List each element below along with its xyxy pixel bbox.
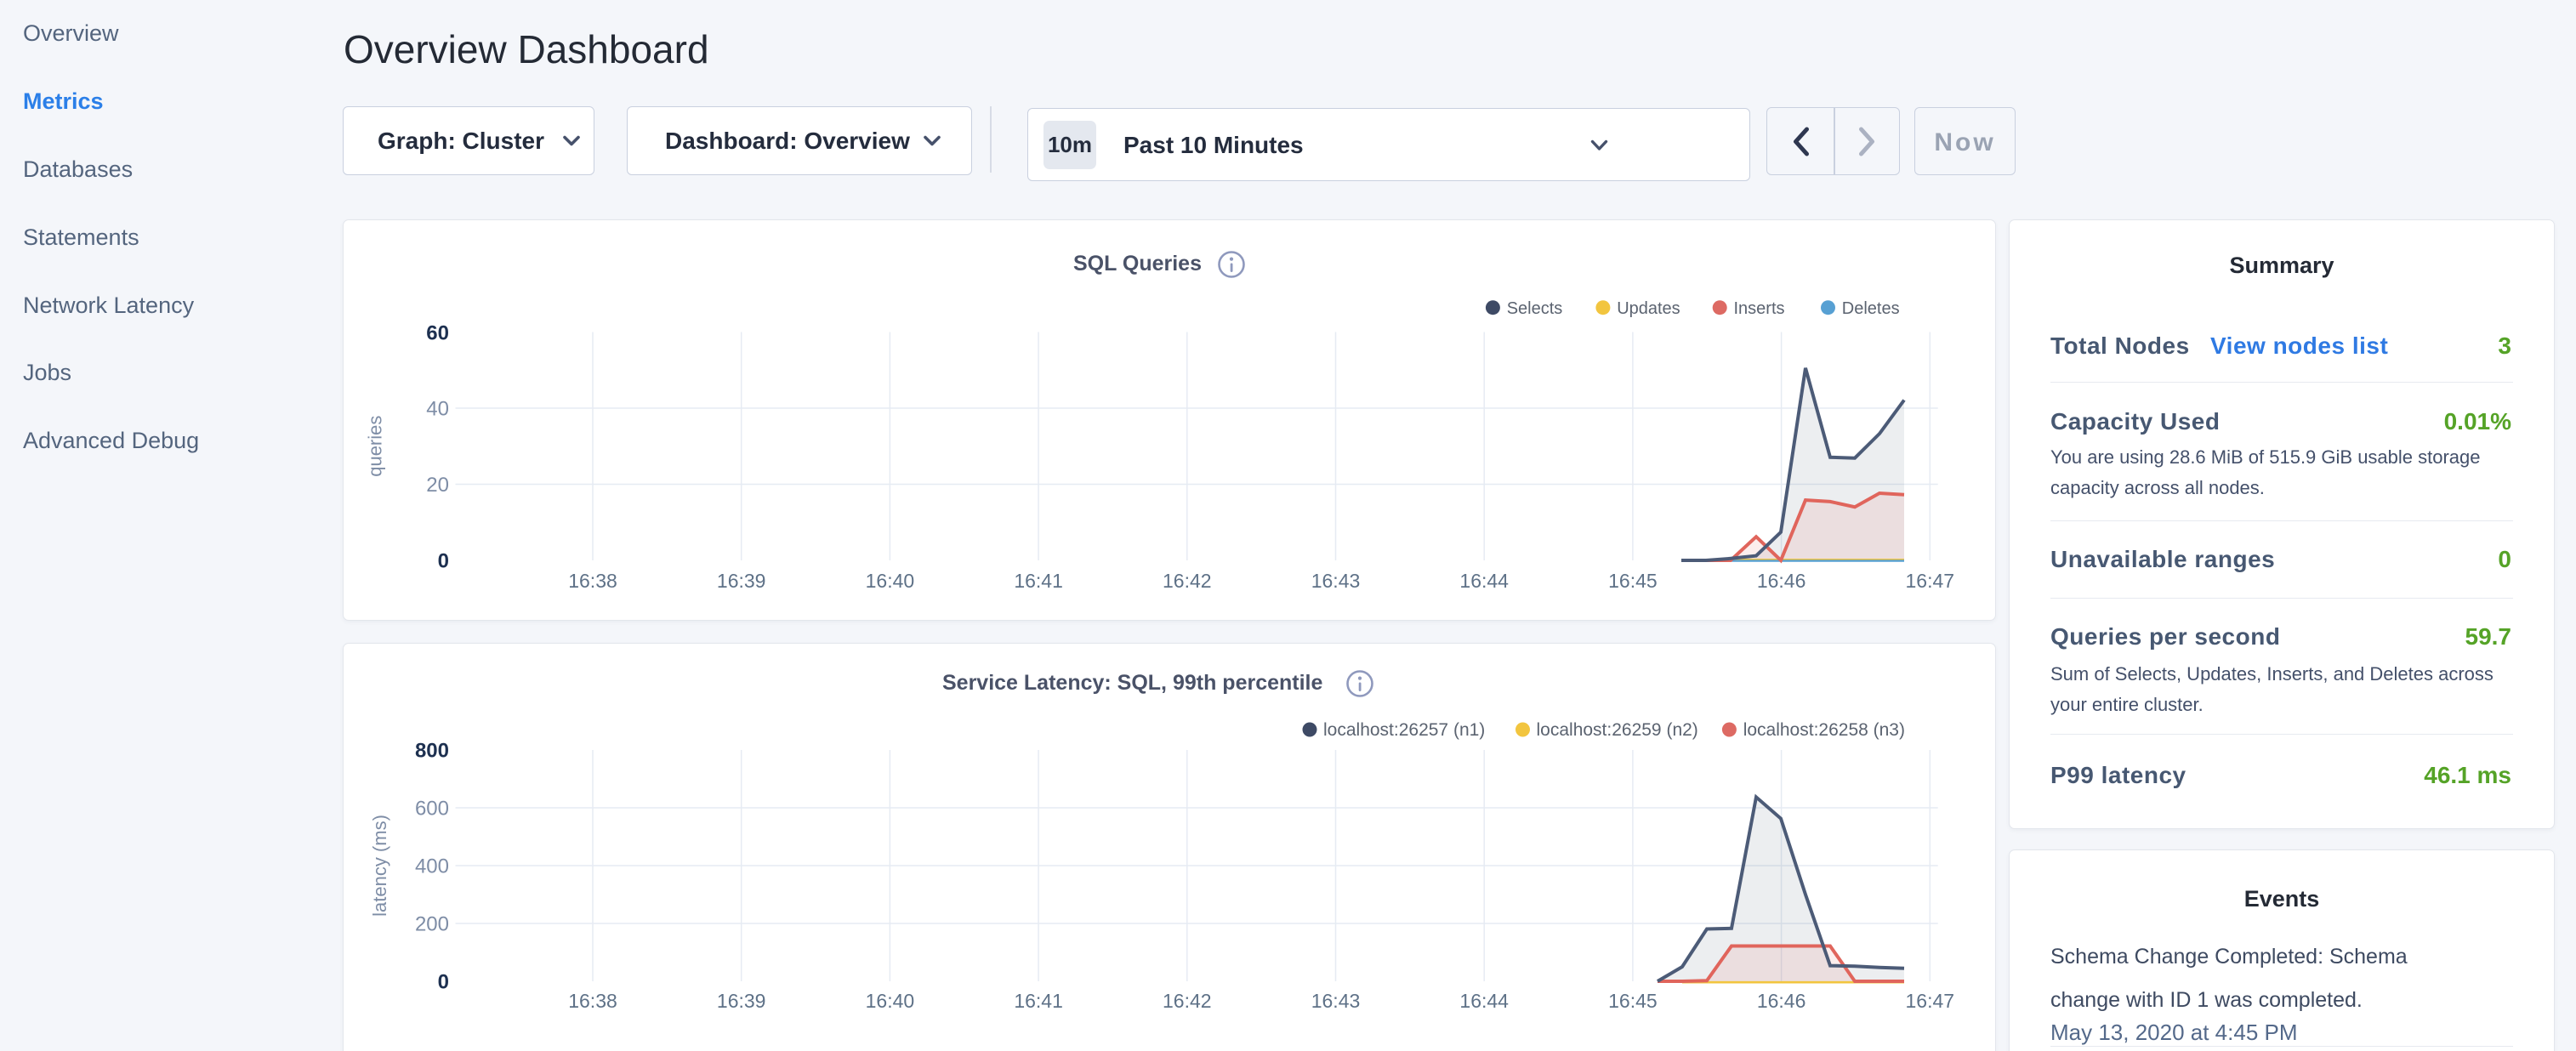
svg-text:60: 60 [426,321,449,344]
svg-text:200: 200 [415,913,449,936]
svg-text:latency (ms): latency (ms) [369,815,390,917]
svg-text:16:38: 16:38 [568,990,617,1012]
svg-text:16:43: 16:43 [1311,570,1361,592]
svg-text:0: 0 [438,971,449,994]
svg-text:16:47: 16:47 [1906,570,1955,592]
svg-text:localhost:26257 (n1): localhost:26257 (n1) [1323,720,1485,740]
svg-text:0: 0 [438,550,449,573]
svg-text:16:41: 16:41 [1014,990,1063,1012]
svg-text:16:40: 16:40 [866,990,915,1012]
svg-text:16:46: 16:46 [1757,990,1806,1012]
svg-text:Selects: Selects [1507,299,1563,318]
svg-text:16:44: 16:44 [1459,990,1509,1012]
svg-text:16:39: 16:39 [717,570,766,592]
svg-text:16:45: 16:45 [1608,570,1658,592]
svg-text:600: 600 [415,798,449,821]
svg-text:SQL Queries: SQL Queries [1073,252,1202,276]
svg-text:800: 800 [415,740,449,763]
svg-text:Service Latency: SQL, 99th per: Service Latency: SQL, 99th percentile [942,671,1322,695]
svg-text:16:45: 16:45 [1608,990,1658,1012]
svg-text:16:38: 16:38 [568,570,617,592]
svg-text:40: 40 [426,398,449,421]
svg-text:16:47: 16:47 [1906,990,1955,1012]
svg-text:16:40: 16:40 [866,570,915,592]
svg-text:Inserts: Inserts [1734,299,1785,318]
svg-text:16:44: 16:44 [1459,570,1509,592]
svg-text:16:42: 16:42 [1163,990,1212,1012]
svg-text:16:46: 16:46 [1757,570,1806,592]
svg-text:16:42: 16:42 [1163,570,1212,592]
svg-text:400: 400 [415,855,449,878]
svg-text:Deletes: Deletes [1842,299,1900,318]
svg-text:16:41: 16:41 [1014,570,1063,592]
svg-text:20: 20 [426,474,449,497]
svg-text:localhost:26258 (n3): localhost:26258 (n3) [1743,720,1905,740]
svg-text:Updates: Updates [1617,299,1680,318]
svg-text:16:43: 16:43 [1311,990,1361,1012]
svg-text:localhost:26259 (n2): localhost:26259 (n2) [1537,720,1698,740]
svg-text:16:39: 16:39 [717,990,766,1012]
svg-text:queries: queries [365,416,386,477]
